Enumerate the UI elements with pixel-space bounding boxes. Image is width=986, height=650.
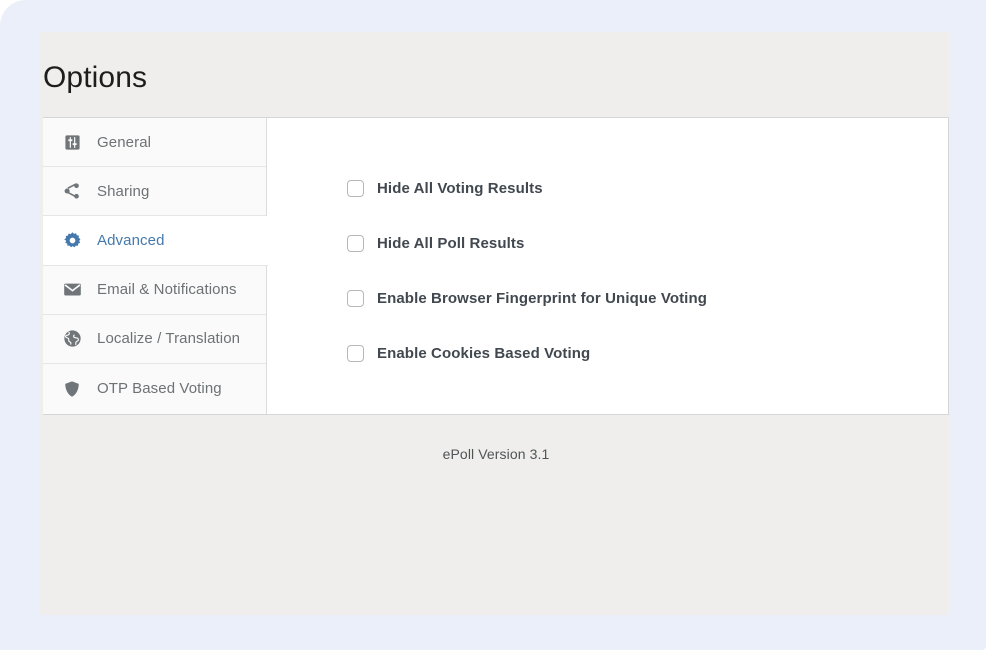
sidebar-item-label: Localize / Translation xyxy=(97,330,241,348)
sidebar-item-sharing[interactable]: Sharing xyxy=(43,167,266,217)
sidebar-item-localize-translation[interactable]: Localize / Translation xyxy=(43,314,266,364)
checkbox[interactable] xyxy=(347,180,364,197)
sliders-icon xyxy=(61,131,83,153)
settings-sidebar: General Sharing Advanced Email & Notific… xyxy=(43,118,268,414)
envelope-icon xyxy=(61,279,83,301)
option-label: Hide All Voting Results xyxy=(377,180,543,197)
share-icon xyxy=(61,180,83,202)
globe-icon xyxy=(61,328,83,350)
option-label: Hide All Poll Results xyxy=(377,235,525,252)
shield-icon xyxy=(61,378,83,400)
sidebar-item-otp-based-voting[interactable]: OTP Based Voting xyxy=(43,363,266,414)
option-enable-cookies-based-voting[interactable]: Enable Cookies Based Voting xyxy=(347,345,590,362)
sidebar-item-label: Sharing xyxy=(97,182,150,200)
sidebar-item-label: Email & Notifications xyxy=(97,281,237,299)
option-label: Enable Cookies Based Voting xyxy=(377,345,591,362)
sidebar-item-general[interactable]: General xyxy=(43,118,266,168)
checkbox[interactable] xyxy=(347,290,364,307)
options-card: Options General Sharing Advanced Email &… xyxy=(40,32,949,615)
sidebar-item-label: OTP Based Voting xyxy=(97,380,222,398)
gear-icon xyxy=(61,229,83,251)
option-label: Enable Browser Fingerprint for Unique Vo… xyxy=(377,290,707,307)
sidebar-item-email-notifications[interactable]: Email & Notifications xyxy=(43,265,266,315)
checkbox[interactable] xyxy=(347,235,364,252)
checkbox[interactable] xyxy=(347,345,364,362)
card-header: Options xyxy=(40,32,949,117)
sidebar-item-label: General xyxy=(97,133,152,151)
option-hide-all-poll-results[interactable]: Hide All Poll Results xyxy=(347,235,524,252)
version-label: ePoll Version 3.1 xyxy=(442,446,550,462)
page-title: Options xyxy=(43,61,148,94)
sidebar-item-advanced[interactable]: Advanced xyxy=(43,216,268,266)
settings-panel: General Sharing Advanced Email & Notific… xyxy=(43,117,949,415)
options-list: Hide All Voting Results Hide All Poll Re… xyxy=(268,118,948,414)
option-hide-all-voting-results[interactable]: Hide All Voting Results xyxy=(347,180,543,197)
option-enable-browser-fingerprint[interactable]: Enable Browser Fingerprint for Unique Vo… xyxy=(347,290,707,307)
sidebar-item-label: Advanced xyxy=(97,231,165,249)
